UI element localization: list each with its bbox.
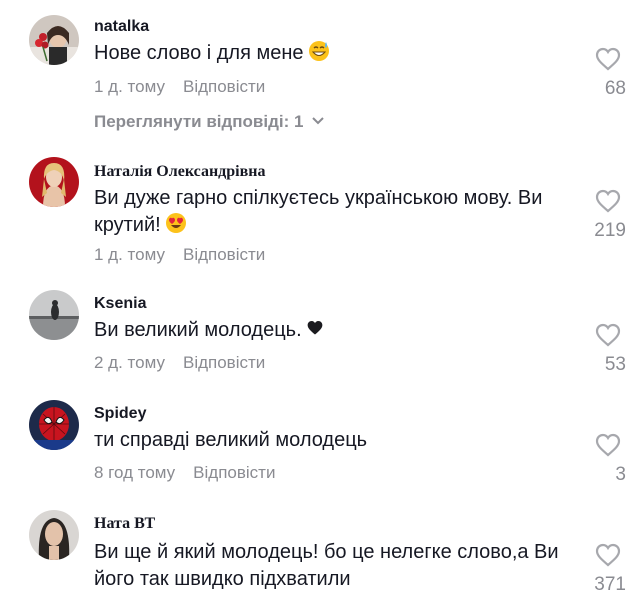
avatar[interactable] (29, 290, 79, 340)
author-name[interactable]: Наталія Олександрівна (94, 163, 265, 181)
comment-text-content: ти справді великий молодець (94, 429, 368, 451)
avatar[interactable] (29, 15, 79, 65)
comment-meta: 1 д. тому Відповісти (94, 77, 265, 97)
comment-text-content: Нове слово і для мене (94, 42, 304, 64)
view-replies-label: Переглянути відповіді: 1 (94, 112, 304, 131)
like-control: 371 (588, 543, 628, 596)
like-count: 3 (615, 464, 626, 485)
comment-time: 1 д. тому (94, 245, 165, 264)
comment-text: ти справді великий молодець (94, 427, 574, 454)
like-count: 68 (604, 78, 626, 99)
heart-outline-icon[interactable] (595, 189, 621, 213)
reply-button[interactable]: Відповісти (183, 77, 265, 96)
like-control: 68 (588, 47, 628, 100)
author-name[interactable]: natalka (94, 18, 149, 36)
reply-button[interactable]: Відповісти (183, 245, 265, 264)
comment-time: 2 д. тому (94, 353, 165, 372)
avatar[interactable] (29, 510, 79, 560)
comment-time: 8 год тому (94, 463, 176, 482)
comment-text: Ви дуже гарно спілкуєтесь українською мо… (94, 185, 554, 239)
chevron-down-icon (312, 117, 325, 125)
heart-outline-icon[interactable] (595, 323, 621, 347)
avatar[interactable] (29, 400, 79, 450)
comment-text: Нове слово і для мене (94, 40, 574, 67)
black-heart-emoji-icon (307, 321, 323, 335)
comment-text-content: Ви великий молодець. (94, 319, 302, 341)
avatar[interactable] (29, 157, 79, 207)
heart-outline-icon[interactable] (595, 543, 621, 567)
comment-item: Ksenia Ви великий молодець. 2 д. тому Від… (0, 285, 644, 395)
like-count: 219 (594, 220, 626, 241)
like-count: 371 (594, 574, 626, 595)
like-count: 53 (604, 354, 626, 375)
comment-item: Наталія Олександрівна Ви дуже гарно спіл… (0, 145, 644, 285)
author-name[interactable]: Ната ВТ (94, 515, 155, 533)
comment-meta: 8 год тому Відповісти (94, 463, 275, 483)
comment-text-content: Ви дуже гарно спілкуєтесь українською мо… (94, 187, 543, 236)
comment-meta: 1 д. тому Відповісти (94, 245, 265, 265)
comment-meta: 2 д. тому Відповісти (94, 353, 265, 373)
view-replies-button[interactable]: Переглянути відповіді: 1 (94, 112, 325, 132)
like-control: 219 (588, 189, 628, 242)
comment-text-content: Ви ще й який молодець! бо це нелегке сло… (94, 541, 559, 590)
comment-text: Ви великий молодець. (94, 317, 574, 344)
like-control: 3 (588, 433, 628, 486)
author-name[interactable]: Spidey (94, 405, 146, 423)
heart-outline-icon[interactable] (595, 433, 621, 457)
reply-button[interactable]: Відповісти (193, 463, 275, 482)
like-control: 53 (588, 323, 628, 376)
reply-button[interactable]: Відповісти (183, 353, 265, 372)
comment-item: Spidey ти справді великий молодець 8 год… (0, 395, 644, 505)
comment-item: natalka Нове слово і для мене 1 д. тому В… (0, 0, 644, 145)
heart-outline-icon[interactable] (595, 47, 621, 71)
grinning-sweat-emoji-icon (308, 41, 329, 61)
author-name[interactable]: Ksenia (94, 295, 146, 313)
heart-eyes-emoji-icon (165, 213, 186, 233)
comment-time: 1 д. тому (94, 77, 165, 96)
comment-item: Ната ВТ Ви ще й який молодець! бо це нел… (0, 505, 644, 600)
comment-text: Ви ще й який молодець! бо це нелегке сло… (94, 539, 564, 593)
